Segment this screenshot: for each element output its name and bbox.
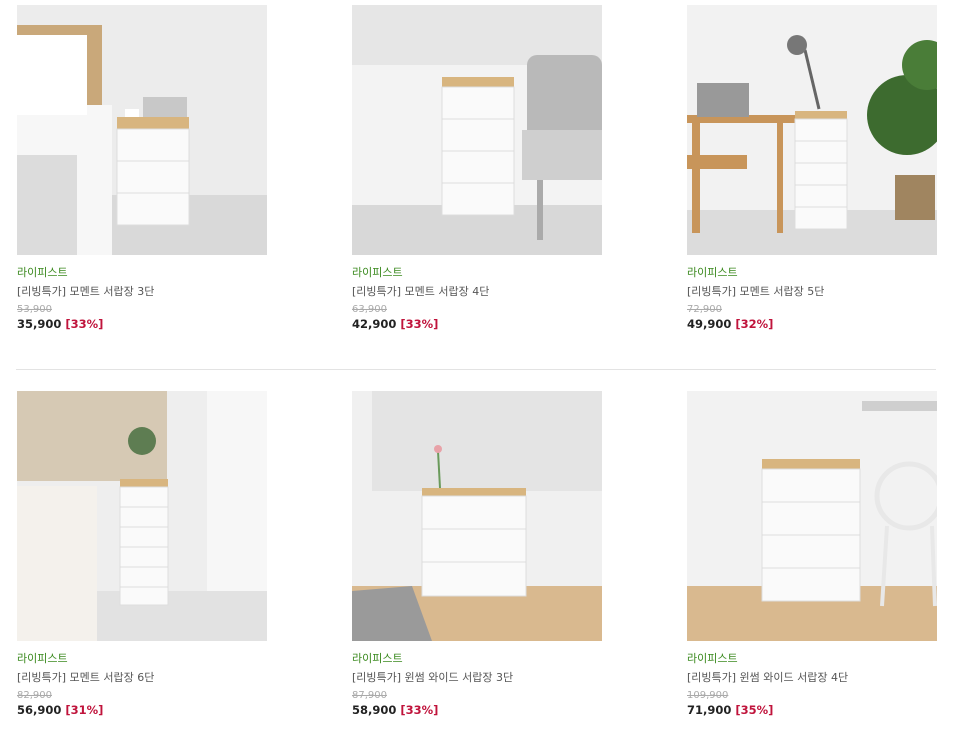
sale-price: 71,900 (687, 703, 732, 717)
discount-rate: [33%] (400, 703, 439, 717)
product-photo-icon (687, 391, 937, 641)
sale-price: 49,900 (687, 317, 732, 331)
product-card[interactable]: 라이피스트 [리빙특가] 윈썸 와이드 서랍장 3단 87,900 58,900… (352, 391, 602, 717)
sale-price-row: 42,900 [33%] (352, 317, 438, 331)
product-card[interactable]: 라이피스트 [리빙특가] 모멘트 서랍장 5단 72,900 49,900 [32… (687, 5, 937, 331)
product-photo-icon (352, 5, 602, 255)
sale-price-row: 58,900 [33%] (352, 703, 438, 717)
sale-price-row: 71,900 [35%] (687, 703, 773, 717)
product-card[interactable]: 라이피스트 [리빙특가] 모멘트 서랍장 3단 53,900 35,900 [33… (17, 5, 267, 331)
discount-rate: [33%] (400, 317, 439, 331)
product-photo-icon (352, 391, 602, 641)
product-name[interactable]: [리빙특가] 모멘트 서랍장 6단 (17, 669, 154, 685)
sale-price: 35,900 (17, 317, 62, 331)
product-image[interactable] (687, 391, 937, 641)
product-image[interactable] (17, 391, 267, 641)
original-price: 63,900 (352, 304, 387, 315)
sale-price-row: 49,900 [32%] (687, 317, 773, 331)
original-price: 82,900 (17, 690, 52, 701)
sale-price: 56,900 (17, 703, 62, 717)
product-photo-icon (17, 391, 267, 641)
row-divider (16, 369, 936, 370)
original-price: 53,900 (17, 304, 52, 315)
product-name[interactable]: [리빙특가] 윈썸 와이드 서랍장 3단 (352, 669, 513, 685)
brand-name[interactable]: 라이피스트 (17, 264, 68, 280)
brand-name[interactable]: 라이피스트 (687, 264, 738, 280)
brand-name[interactable]: 라이피스트 (687, 650, 738, 666)
sale-price-row: 56,900 [31%] (17, 703, 103, 717)
product-name[interactable]: [리빙특가] 윈썸 와이드 서랍장 4단 (687, 669, 848, 685)
original-price: 87,900 (352, 690, 387, 701)
discount-rate: [33%] (65, 317, 104, 331)
product-image[interactable] (17, 5, 267, 255)
discount-rate: [32%] (735, 317, 774, 331)
discount-rate: [31%] (65, 703, 104, 717)
brand-name[interactable]: 라이피스트 (352, 264, 403, 280)
product-image[interactable] (352, 391, 602, 641)
product-card[interactable]: 라이피스트 [리빙특가] 윈썸 와이드 서랍장 4단 109,900 71,90… (687, 391, 937, 717)
product-card[interactable]: 라이피스트 [리빙특가] 모멘트 서랍장 6단 82,900 56,900 [31… (17, 391, 267, 717)
product-name[interactable]: [리빙특가] 모멘트 서랍장 5단 (687, 283, 824, 299)
brand-name[interactable]: 라이피스트 (17, 650, 68, 666)
original-price: 109,900 (687, 690, 729, 701)
product-name[interactable]: [리빙특가] 모멘트 서랍장 3단 (17, 283, 154, 299)
product-image[interactable] (352, 5, 602, 255)
original-price: 72,900 (687, 304, 722, 315)
product-photo-icon (17, 5, 267, 255)
product-name[interactable]: [리빙특가] 모멘트 서랍장 4단 (352, 283, 489, 299)
sale-price: 58,900 (352, 703, 397, 717)
product-card[interactable]: 라이피스트 [리빙특가] 모멘트 서랍장 4단 63,900 42,900 [33… (352, 5, 602, 331)
sale-price: 42,900 (352, 317, 397, 331)
sale-price-row: 35,900 [33%] (17, 317, 103, 331)
brand-name[interactable]: 라이피스트 (352, 650, 403, 666)
product-image[interactable] (687, 5, 937, 255)
discount-rate: [35%] (735, 703, 774, 717)
product-photo-icon (687, 5, 937, 255)
